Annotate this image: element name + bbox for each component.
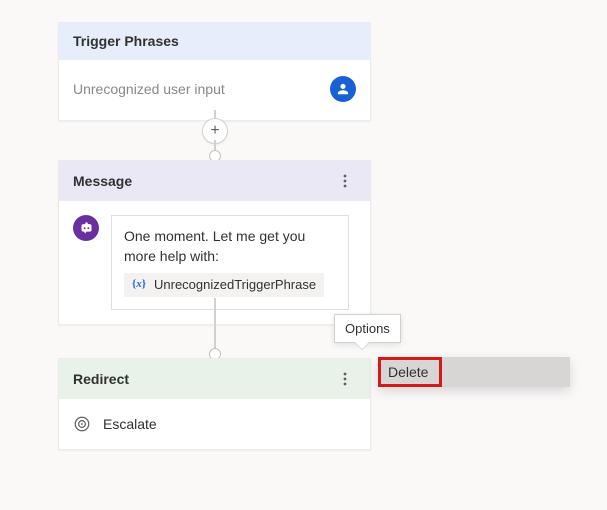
redirect-action-label: Escalate xyxy=(103,416,157,432)
redirect-body: Escalate xyxy=(59,399,370,449)
menu-item-delete[interactable]: Delete xyxy=(378,357,442,387)
connector-line xyxy=(214,298,216,354)
vertical-ellipsis-icon xyxy=(343,372,347,386)
variable-fx-icon: {x} xyxy=(130,277,148,293)
options-tooltip: Options xyxy=(334,314,401,343)
message-options-button[interactable] xyxy=(334,170,356,192)
authoring-canvas: Trigger Phrases Unrecognized user input … xyxy=(0,0,607,510)
redirect-node[interactable]: Redirect Escalate xyxy=(58,358,371,450)
variable-name: UnrecognizedTriggerPhrase xyxy=(154,276,316,295)
context-menu: Delete xyxy=(378,357,570,387)
trigger-phrase-text: Unrecognized user input xyxy=(73,81,225,97)
vertical-ellipsis-icon xyxy=(343,174,347,188)
variable-chip[interactable]: {x} UnrecognizedTriggerPhrase xyxy=(124,273,324,298)
message-bubble[interactable]: One moment. Let me get you more help wit… xyxy=(111,215,349,310)
plus-icon: + xyxy=(210,123,219,139)
message-header: Message xyxy=(59,161,370,201)
trigger-phrases-header: Trigger Phrases xyxy=(59,23,370,60)
bot-icon xyxy=(73,215,99,241)
redirect-options-button[interactable] xyxy=(334,368,356,390)
redirect-header: Redirect xyxy=(59,359,370,399)
redirect-header-label: Redirect xyxy=(73,371,129,387)
trigger-phrases-node[interactable]: Trigger Phrases Unrecognized user input xyxy=(58,22,371,121)
message-text: One moment. Let me get you more help wit… xyxy=(124,226,336,267)
message-header-label: Message xyxy=(73,173,132,189)
escalate-icon xyxy=(73,415,91,433)
user-icon xyxy=(330,76,356,102)
